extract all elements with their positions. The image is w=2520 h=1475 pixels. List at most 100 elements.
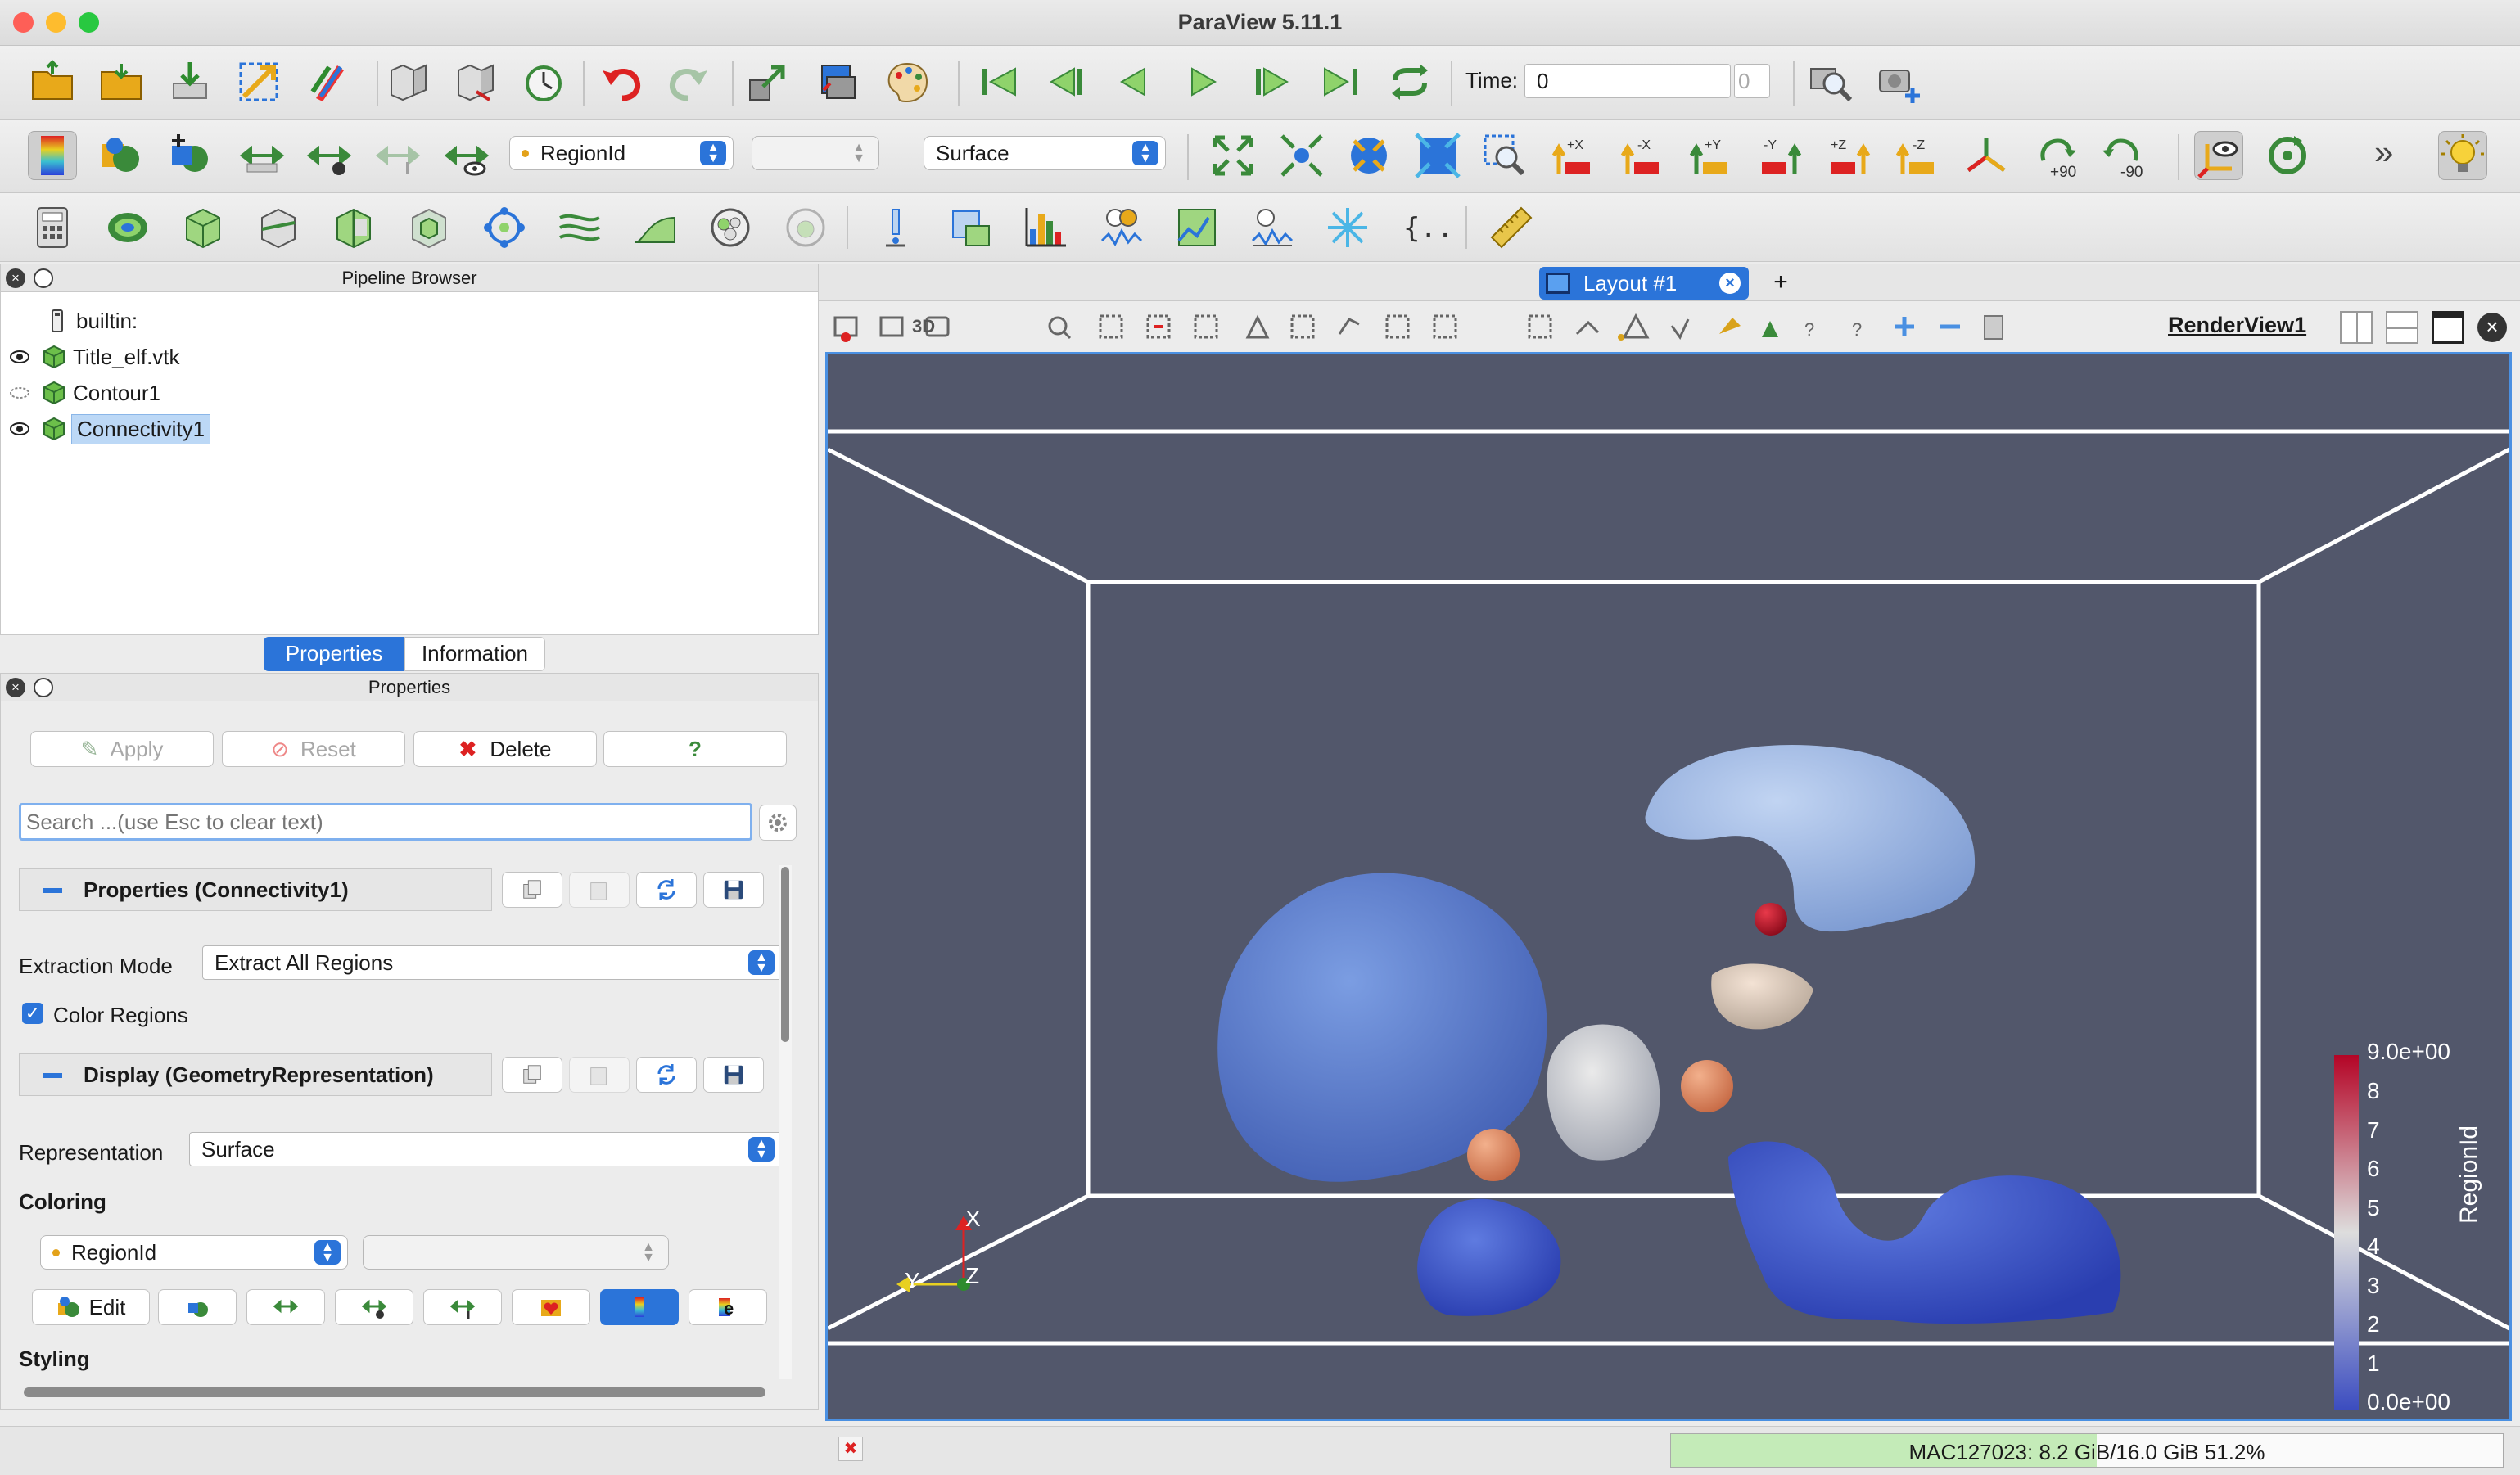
reset-camera-closest-icon[interactable] bbox=[1277, 131, 1326, 180]
pipeline-item-connectivity1[interactable]: Connectivity1 bbox=[1, 412, 820, 446]
light-kit-icon[interactable] bbox=[2438, 131, 2487, 180]
save-display-defaults-button[interactable] bbox=[703, 1057, 764, 1093]
time-input[interactable]: 0 bbox=[1524, 64, 1731, 98]
toolbar-overflow-icon[interactable]: » bbox=[2374, 133, 2393, 172]
rescale-temporal-button[interactable] bbox=[423, 1289, 502, 1325]
stream-tracer-icon[interactable] bbox=[555, 203, 604, 252]
rescale-temporal-range-icon[interactable] bbox=[373, 131, 422, 180]
loop-icon[interactable] bbox=[1385, 57, 1434, 106]
find-data-filter-icon[interactable] bbox=[1323, 203, 1372, 252]
view-plus-z-icon[interactable]: +Z bbox=[1824, 131, 1873, 180]
threshold-icon[interactable] bbox=[329, 203, 378, 252]
warp-by-vector-icon[interactable] bbox=[630, 203, 680, 252]
view-minus-x-icon[interactable]: -X bbox=[1618, 131, 1667, 180]
zoom-to-box-icon[interactable] bbox=[1480, 131, 1529, 180]
find-data-icon[interactable] bbox=[1806, 57, 1855, 106]
pipeline-item-title-elf[interactable]: Title_elf.vtk bbox=[1, 340, 820, 374]
slice-icon[interactable] bbox=[254, 203, 303, 252]
last-frame-icon[interactable] bbox=[1316, 57, 1366, 106]
camera-redo-icon[interactable] bbox=[812, 57, 861, 106]
play-icon[interactable] bbox=[1179, 57, 1228, 106]
glyph-icon[interactable] bbox=[480, 203, 529, 252]
copy-display-button[interactable] bbox=[502, 1057, 562, 1093]
edit-colormap-icon[interactable] bbox=[97, 131, 146, 180]
representation-property-select[interactable]: Surface ▲ ▼ bbox=[189, 1132, 782, 1166]
close-view-icon[interactable]: × bbox=[2477, 313, 2507, 342]
probe-location-icon[interactable] bbox=[871, 203, 920, 252]
render-view[interactable]: X Y Z 9.0e+00 8 7 6 5 4 3 2 1 0.0e+00 RegionId bbox=[825, 352, 2512, 1421]
rescale-data-range-icon[interactable] bbox=[237, 131, 287, 180]
group-datasets-icon[interactable] bbox=[706, 203, 755, 252]
save-defaults-button[interactable] bbox=[703, 872, 764, 908]
extract-subset-icon[interactable] bbox=[404, 203, 454, 252]
coloring-array-select[interactable]: RegionId ▲ ▼ bbox=[40, 1235, 348, 1270]
paste-properties-button[interactable] bbox=[569, 872, 630, 908]
delete-button[interactable]: ✖ Delete bbox=[413, 731, 597, 767]
screenshot-icon[interactable] bbox=[1875, 57, 1924, 106]
server-connect-icon[interactable] bbox=[385, 57, 434, 106]
ruler-icon[interactable] bbox=[1487, 203, 1536, 252]
apply-button[interactable]: ✎ Apply bbox=[30, 731, 214, 767]
pick-center-of-rotation-icon[interactable] bbox=[2263, 131, 2312, 180]
palette-icon[interactable] bbox=[883, 57, 932, 106]
copy-properties-button[interactable] bbox=[502, 872, 562, 908]
coloring-component-select[interactable]: ▲ ▼ bbox=[363, 1235, 669, 1270]
color-array-select[interactable]: RegionId ▲ ▼ bbox=[509, 136, 734, 170]
show-annotations-button[interactable]: e bbox=[689, 1289, 767, 1325]
camera-undo-icon[interactable] bbox=[743, 57, 793, 106]
help-button[interactable]: ? bbox=[603, 731, 787, 767]
reload-defaults-button[interactable] bbox=[636, 872, 697, 908]
view-minus-z-icon[interactable]: -Z bbox=[1893, 131, 1942, 180]
time-index-spinbox[interactable]: 0 bbox=[1734, 64, 1770, 98]
tab-layout-1[interactable]: Layout #1 × bbox=[1539, 267, 1749, 300]
reset-button[interactable]: ⊘ Reset bbox=[222, 731, 405, 767]
isometric-view-icon[interactable] bbox=[1962, 131, 2011, 180]
clear-errors-icon[interactable]: ✖ bbox=[838, 1437, 863, 1461]
reload-display-defaults-button[interactable] bbox=[636, 1057, 697, 1093]
clip-icon[interactable] bbox=[178, 203, 228, 252]
show-orientation-axes-icon[interactable] bbox=[2194, 131, 2243, 180]
reset-session-icon[interactable] bbox=[519, 57, 568, 106]
properties-vertical-scrollbar[interactable] bbox=[779, 865, 792, 1379]
rescale-custom-button[interactable] bbox=[335, 1289, 413, 1325]
rescale-visible-range-icon[interactable] bbox=[442, 131, 491, 180]
temporal-statistics-icon[interactable] bbox=[1248, 203, 1297, 252]
open-file-icon[interactable] bbox=[28, 57, 77, 106]
advanced-settings-gear-icon[interactable] bbox=[759, 805, 797, 841]
close-panel-icon[interactable]: × bbox=[6, 268, 25, 288]
eye-icon[interactable] bbox=[9, 346, 30, 368]
add-layout-tab-button[interactable]: + bbox=[1760, 267, 1801, 300]
toggle-scalar-bar-button[interactable] bbox=[600, 1289, 679, 1325]
reverse-play-icon[interactable] bbox=[1109, 57, 1158, 106]
view-plus-y-icon[interactable]: +Y bbox=[1687, 131, 1736, 180]
undo-icon[interactable] bbox=[596, 57, 645, 106]
contour-icon[interactable] bbox=[103, 203, 152, 252]
close-tab-icon[interactable]: × bbox=[1719, 273, 1741, 294]
next-frame-icon[interactable] bbox=[1248, 57, 1297, 106]
plot-data-icon[interactable] bbox=[1172, 203, 1222, 252]
toggle-3d-button[interactable]: 3D bbox=[912, 316, 935, 337]
histogram-icon[interactable] bbox=[1022, 203, 1071, 252]
load-state-icon[interactable] bbox=[97, 57, 146, 106]
paste-display-button[interactable] bbox=[569, 1057, 630, 1093]
zoom-to-data-icon[interactable] bbox=[1344, 131, 1393, 180]
maximize-view-icon[interactable] bbox=[2432, 311, 2464, 344]
zoom-closest-to-data-icon[interactable] bbox=[1413, 131, 1462, 180]
python-calculator-icon[interactable]: {..} bbox=[1400, 203, 1449, 252]
properties-section-header[interactable]: Properties (Connectivity1) bbox=[19, 868, 492, 911]
connect-icon[interactable] bbox=[234, 57, 283, 106]
eye-icon[interactable] bbox=[9, 418, 30, 440]
scrollbar-thumb[interactable] bbox=[781, 867, 789, 1042]
split-vertical-icon[interactable] bbox=[2386, 311, 2418, 344]
display-section-header[interactable]: Display (GeometryRepresentation) bbox=[19, 1053, 492, 1096]
render-view-name[interactable]: RenderView1 bbox=[2168, 313, 2306, 338]
eye-closed-icon[interactable] bbox=[9, 382, 30, 404]
extract-level-icon[interactable] bbox=[781, 203, 830, 252]
toggle-color-legend-icon[interactable] bbox=[28, 131, 77, 180]
view-minus-y-icon[interactable]: -Y bbox=[1755, 131, 1804, 180]
view-plus-x-icon[interactable]: +X bbox=[1549, 131, 1598, 180]
previous-frame-icon[interactable] bbox=[1041, 57, 1091, 106]
plot-over-time-icon[interactable] bbox=[1097, 203, 1146, 252]
rescale-custom-range-icon[interactable] bbox=[305, 131, 354, 180]
rescale-data-button[interactable] bbox=[246, 1289, 325, 1325]
